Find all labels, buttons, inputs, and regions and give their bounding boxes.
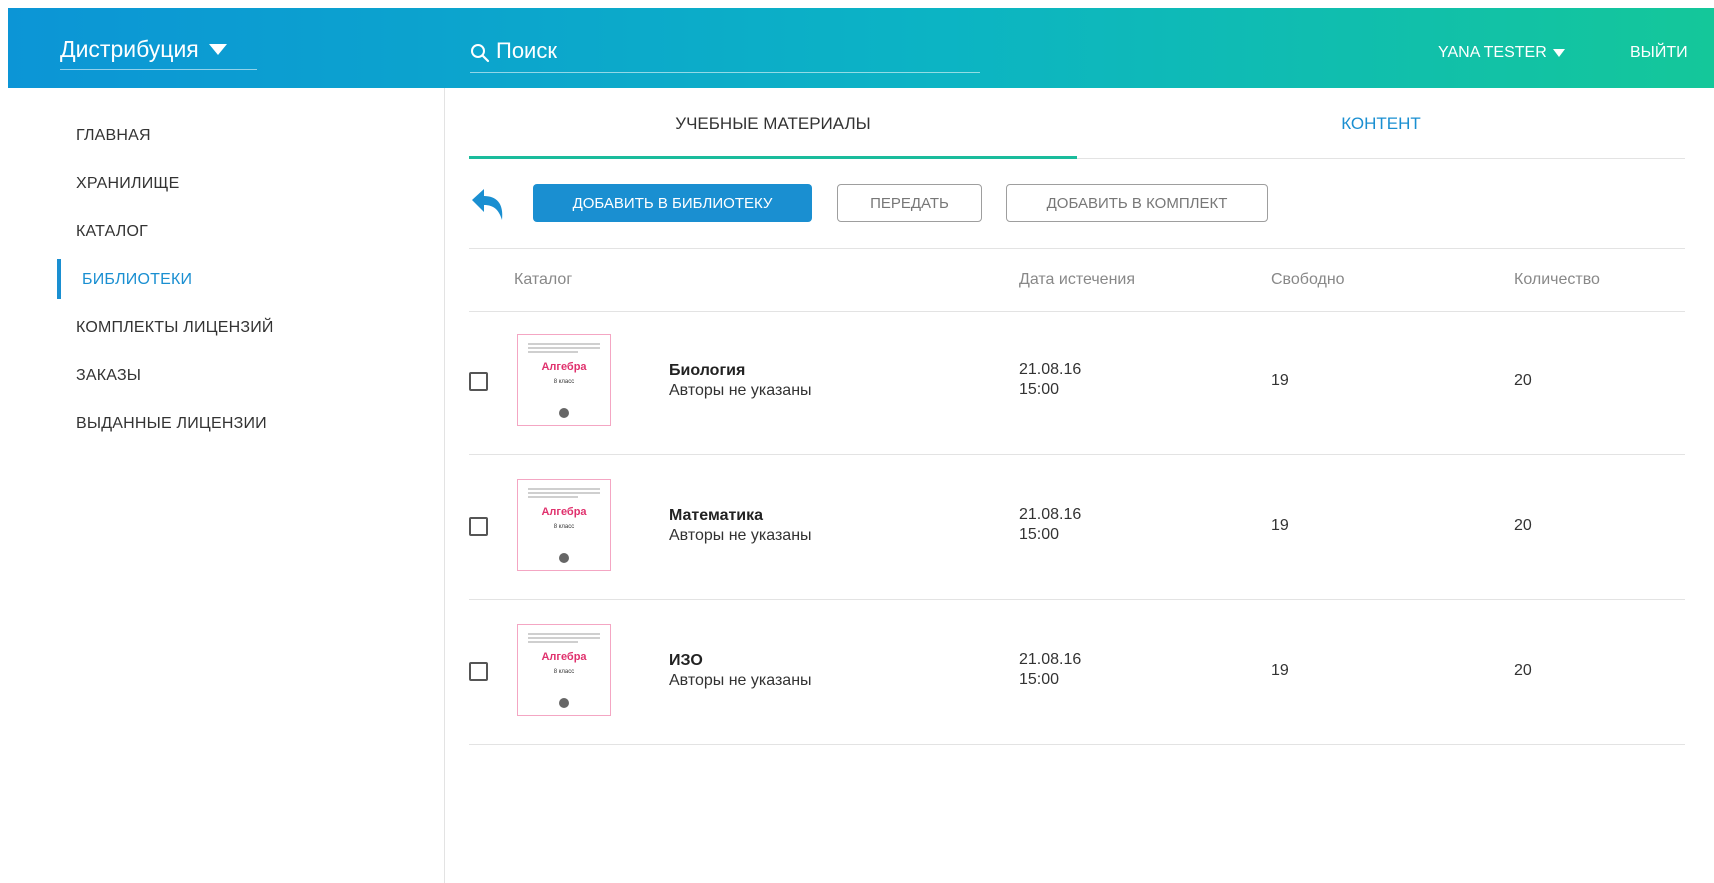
column-header-quantity[interactable]: Количество — [1514, 271, 1600, 289]
sidebar-item-libraries[interactable]: БИБЛИОТЕКИ — [82, 271, 192, 289]
available-count: 19 — [1271, 372, 1289, 389]
logout-button[interactable]: ВЫЙТИ — [1630, 44, 1688, 62]
transfer-button[interactable]: ПЕРЕДАТЬ — [837, 184, 982, 222]
row-checkbox[interactable] — [469, 517, 488, 536]
cover-grade: 8 класс — [553, 379, 575, 385]
row-checkbox[interactable] — [469, 372, 488, 391]
cover-header-lines — [528, 341, 600, 355]
available-count: 19 — [1271, 662, 1289, 679]
app-switcher-label: Дистрибуция — [60, 36, 199, 62]
row-checkbox[interactable] — [469, 662, 488, 681]
expiry-date: 21.08.16 15:00 — [1019, 650, 1109, 690]
table-row[interactable]: Алгебра 8 класс ИЗО Авторы не указаны 21… — [469, 600, 1685, 745]
tab-learning-materials[interactable]: УЧЕБНЫЕ МАТЕРИАЛЫ — [469, 114, 1077, 134]
expiry-date-time: 15:00 — [1019, 671, 1060, 688]
expiry-date-day: 21.08.16 — [1019, 506, 1082, 523]
book-cover-thumbnail[interactable]: Алгебра 8 класс — [517, 334, 611, 426]
sidebar-item-issued-licenses[interactable]: ВЫДАННЫЕ ЛИЦЕНЗИИ — [76, 415, 267, 433]
sidebar-item-orders[interactable]: ЗАКАЗЫ — [76, 367, 141, 385]
sidebar-item-storage[interactable]: ХРАНИЛИЩЕ — [76, 175, 179, 193]
table-row[interactable]: Алгебра 8 класс Биология Авторы не указа… — [469, 310, 1685, 455]
sidebar-item-home[interactable]: ГЛАВНАЯ — [76, 127, 151, 145]
user-menu[interactable]: YANA TESTER — [1438, 44, 1565, 62]
chevron-down-icon — [1552, 49, 1565, 57]
quantity-count: 20 — [1514, 372, 1532, 389]
item-title: Математика — [669, 507, 764, 524]
publisher-logo-icon — [559, 698, 569, 708]
book-cover-thumbnail[interactable]: Алгебра 8 класс — [517, 624, 611, 716]
cover-title: Алгебра — [541, 506, 587, 518]
search-input[interactable] — [496, 36, 956, 66]
user-name: YANA TESTER — [1438, 44, 1547, 61]
expiry-date-day: 21.08.16 — [1019, 651, 1082, 668]
top-bar: Дистрибуция YANA TESTER ВЫЙТИ — [8, 8, 1714, 88]
chevron-down-icon — [208, 44, 227, 55]
cover-grade: 8 класс — [553, 524, 575, 530]
sidebar-item-license-kits[interactable]: КОМПЛЕКТЫ ЛИЦЕНЗИЙ — [76, 319, 274, 337]
expiry-date-time: 15:00 — [1019, 381, 1060, 398]
table-row[interactable]: Алгебра 8 класс Математика Авторы не ука… — [469, 455, 1685, 600]
column-header-catalog[interactable]: Каталог — [514, 271, 572, 289]
tab-content[interactable]: КОНТЕНТ — [1077, 114, 1685, 134]
sidebar-item-catalog[interactable]: КАТАЛОГ — [76, 223, 148, 241]
cover-header-lines — [528, 486, 600, 500]
item-title: ИЗО — [669, 652, 703, 669]
item-title: Биология — [669, 362, 746, 379]
sidebar: ГЛАВНАЯ ХРАНИЛИЩЕ КАТАЛОГ БИБЛИОТЕКИ КОМ… — [0, 88, 445, 883]
expiry-date: 21.08.16 15:00 — [1019, 360, 1109, 400]
app-switcher[interactable]: Дистрибуция — [60, 36, 257, 70]
search-icon — [471, 44, 490, 63]
active-tab-underline — [469, 156, 1077, 159]
cover-header-lines — [528, 631, 600, 645]
item-authors: Авторы не указаны — [669, 672, 812, 689]
back-arrow-icon — [472, 189, 503, 220]
expiry-date-time: 15:00 — [1019, 526, 1060, 543]
item-authors: Авторы не указаны — [669, 382, 812, 399]
publisher-logo-icon — [559, 553, 569, 563]
quantity-count: 20 — [1514, 662, 1532, 679]
expiry-date-day: 21.08.16 — [1019, 361, 1082, 378]
publisher-logo-icon — [559, 408, 569, 418]
quantity-count: 20 — [1514, 517, 1532, 534]
book-cover-thumbnail[interactable]: Алгебра 8 класс — [517, 479, 611, 571]
add-to-kit-button[interactable]: ДОБАВИТЬ В КОМПЛЕКТ — [1006, 184, 1268, 222]
cover-title: Алгебра — [541, 361, 587, 373]
search-box — [470, 36, 980, 73]
expiry-date: 21.08.16 15:00 — [1019, 505, 1109, 545]
item-authors: Авторы не указаны — [669, 527, 812, 544]
cover-title: Алгебра — [541, 651, 587, 663]
table-header: Каталог Дата истечения Свободно Количест… — [469, 248, 1685, 312]
cover-grade: 8 класс — [553, 669, 575, 675]
column-header-expiry-date[interactable]: Дата истечения — [1019, 271, 1135, 289]
tab-bar: УЧЕБНЫЕ МАТЕРИАЛЫ КОНТЕНТ — [469, 96, 1685, 159]
available-count: 19 — [1271, 517, 1289, 534]
column-header-available[interactable]: Свободно — [1271, 271, 1345, 289]
active-indicator — [57, 259, 61, 299]
add-to-library-button[interactable]: ДОБАВИТЬ В БИБЛИОТЕКУ — [533, 184, 812, 222]
back-button[interactable] — [468, 186, 508, 222]
